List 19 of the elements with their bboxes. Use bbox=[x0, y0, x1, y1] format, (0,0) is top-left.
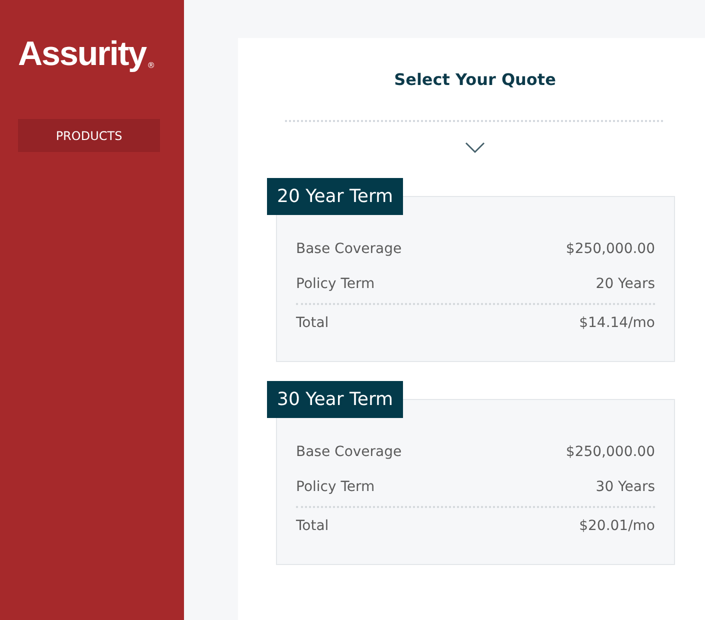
row-label: Policy Term bbox=[296, 478, 375, 497]
total-label: Total bbox=[296, 517, 329, 536]
row-value: 20 Years bbox=[596, 275, 655, 294]
total-value: $20.01/mo bbox=[579, 517, 655, 536]
row-value: 30 Years bbox=[596, 478, 655, 497]
nav-button[interactable]: PRODUCTS bbox=[18, 119, 160, 152]
quote-title: 30 Year Term bbox=[267, 381, 404, 418]
total-label: Total bbox=[296, 314, 329, 333]
logo: Assurity bbox=[18, 34, 146, 74]
chevron-down-icon[interactable] bbox=[465, 142, 485, 154]
page-title: Select Your Quote bbox=[394, 69, 556, 91]
row-value: $250,000.00 bbox=[566, 240, 655, 259]
row-label: Base Coverage bbox=[296, 240, 402, 259]
registered-mark: ® bbox=[147, 61, 156, 71]
row-value: $250,000.00 bbox=[566, 443, 655, 462]
quote-title: 20 Year Term bbox=[267, 178, 404, 215]
total-value: $14.14/mo bbox=[579, 314, 655, 333]
row-label: Policy Term bbox=[296, 275, 375, 294]
row-label: Base Coverage bbox=[296, 443, 402, 462]
